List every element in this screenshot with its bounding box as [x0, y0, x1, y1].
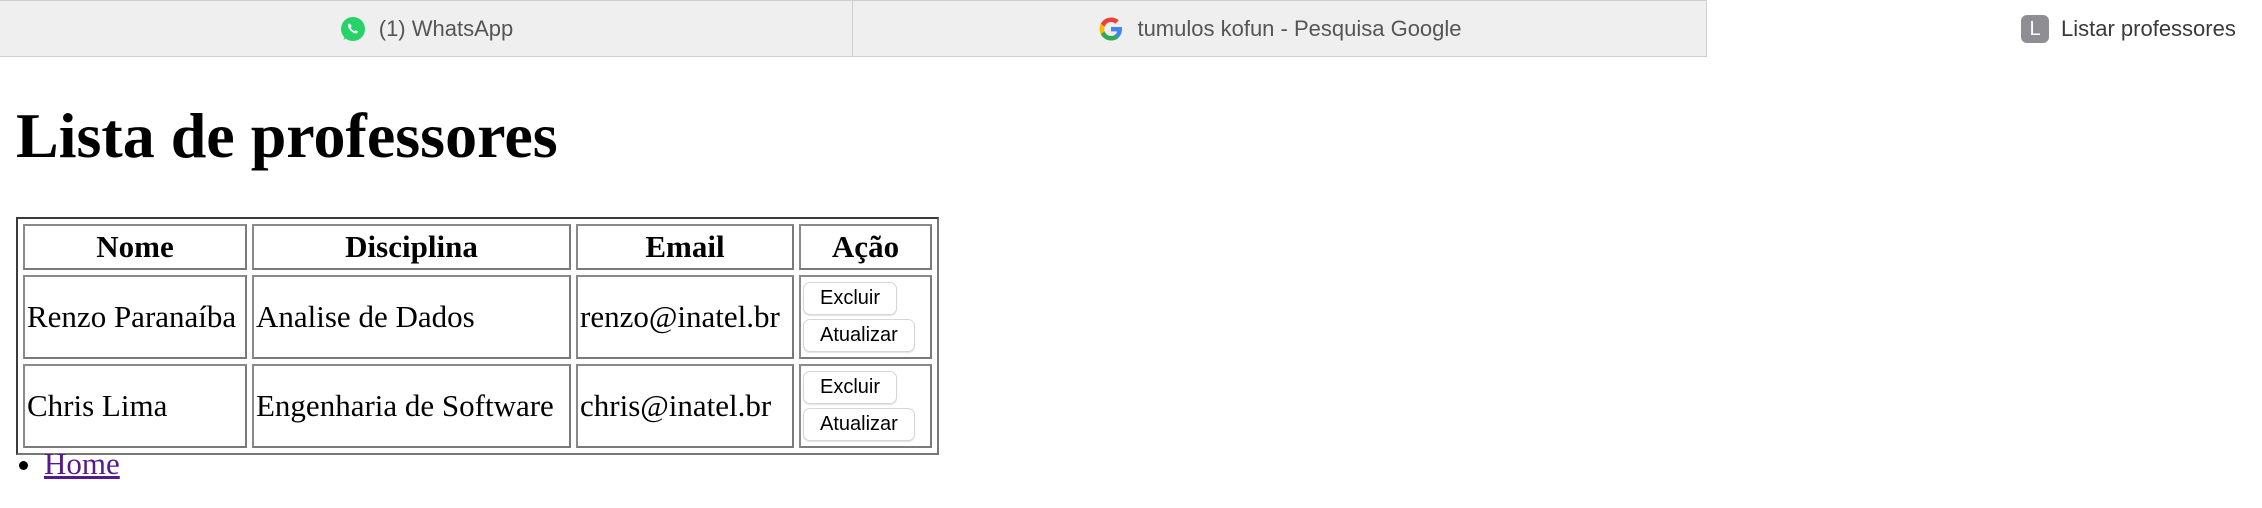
cell-nome: Chris Lima [23, 364, 247, 448]
update-button[interactable]: Atualizar [803, 408, 915, 441]
cell-email: chris@inatel.br [576, 364, 794, 448]
google-icon [1099, 17, 1123, 41]
cell-acao: Excluir Atualizar [799, 275, 932, 359]
tab-label: Listar professores [2061, 16, 2236, 41]
page-title: Lista de professores [16, 100, 558, 171]
tab-label: (1) WhatsApp [378, 16, 514, 41]
delete-button[interactable]: Excluir [803, 371, 898, 404]
table-header-row: Nome Disciplina Email Ação [23, 224, 932, 270]
whatsapp-icon [340, 17, 365, 41]
cell-acao: Excluir Atualizar [799, 364, 932, 448]
tab-whatsapp[interactable]: (1) WhatsApp [0, 0, 853, 57]
tab-listar-professores[interactable]: L Listar professores [1707, 0, 2262, 58]
professors-table: Nome Disciplina Email Ação Renzo Paranaí… [16, 217, 939, 455]
cell-disciplina: Analise de Dados [252, 275, 571, 359]
column-header-acao: Ação [799, 224, 932, 270]
delete-button[interactable]: Excluir [803, 282, 898, 315]
letter-l-icon: L [2021, 15, 2049, 43]
column-header-disciplina: Disciplina [252, 224, 571, 270]
table-row: Chris Lima Engenharia de Software chris@… [23, 364, 932, 448]
cell-disciplina: Engenharia de Software [252, 364, 571, 448]
tab-google-search[interactable]: tumulos kofun - Pesquisa Google [853, 0, 1707, 57]
table-row: Renzo Paranaíba Analise de Dados renzo@i… [23, 275, 932, 359]
column-header-nome: Nome [23, 224, 247, 270]
list-item: Home [44, 444, 120, 484]
update-button[interactable]: Atualizar [803, 319, 915, 352]
home-link[interactable]: Home [44, 446, 120, 481]
cell-nome: Renzo Paranaíba [23, 275, 247, 359]
browser-tab-strip: (1) WhatsApp tumulos kofun - Pesquisa Go… [0, 0, 2262, 58]
tab-label: tumulos kofun - Pesquisa Google [1137, 16, 1462, 41]
column-header-email: Email [576, 224, 794, 270]
cell-email: renzo@inatel.br [576, 275, 794, 359]
nav-list: Home [0, 444, 120, 484]
